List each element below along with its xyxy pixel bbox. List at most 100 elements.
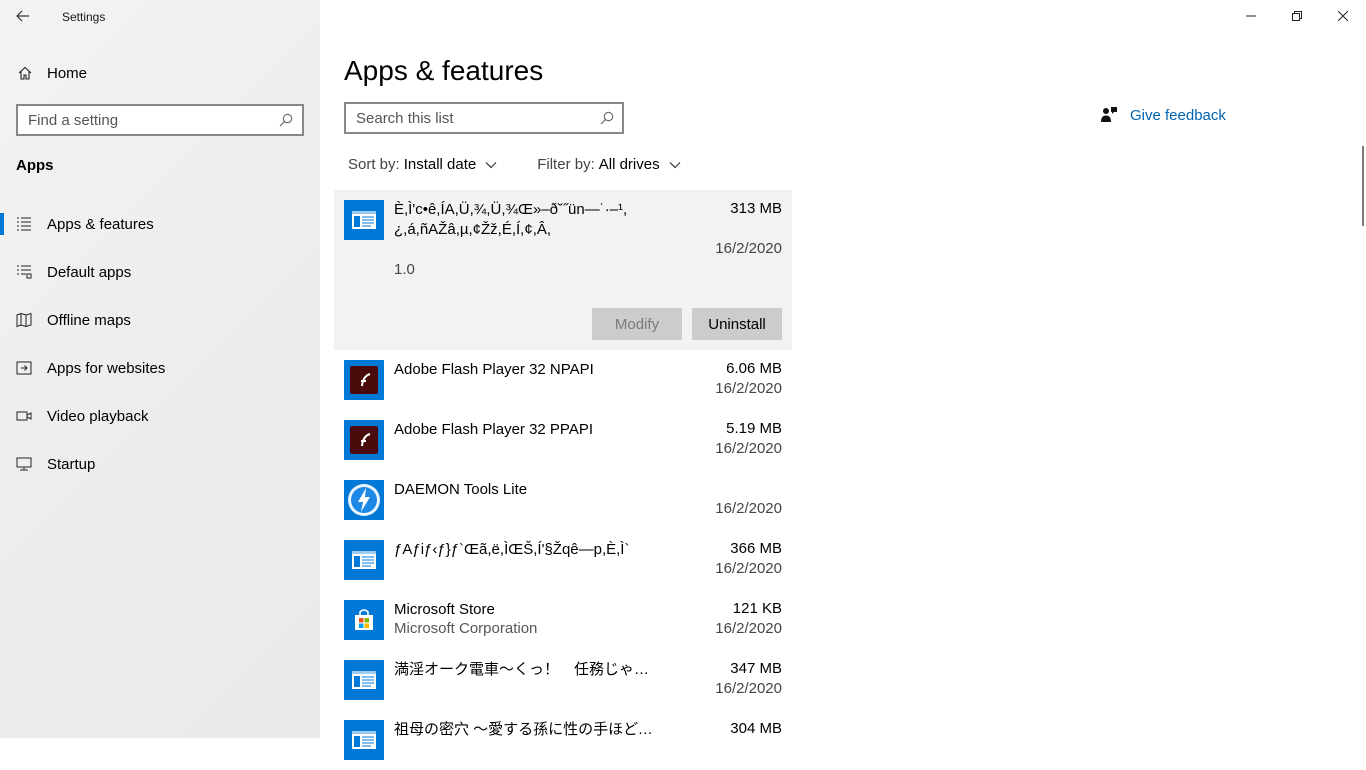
app-list-item[interactable]: ƒAƒiƒ‹ƒ}ƒ`Œã,ë,ÌŒŠ,Í'§Žqê—p,È,Ì` 366 MB … xyxy=(334,530,792,590)
home-icon xyxy=(18,66,32,80)
sidebar-item-apps-features[interactable]: Apps & features xyxy=(0,200,320,248)
app-name: 祖母の密穴 〜愛する孫に性の手ほどきを〜 xyxy=(394,721,664,738)
chevron-down-icon xyxy=(669,161,681,168)
app-date: 16/2/2020 xyxy=(715,680,782,697)
restore-icon xyxy=(1292,11,1302,21)
filter-dropdown[interactable]: Filter by: All drives xyxy=(537,156,681,173)
flash-player-icon xyxy=(350,366,378,394)
chevron-down-icon xyxy=(485,161,497,168)
search-icon xyxy=(600,111,614,125)
sidebar: Settings Home Apps Apps & features Defau… xyxy=(0,0,320,738)
flash-player-icon xyxy=(350,426,378,454)
app-version: 1.0 xyxy=(394,261,415,278)
app-list-item[interactable]: Adobe Flash Player 32 PPAPI 5.19 MB 16/2… xyxy=(334,410,792,470)
apps-features-icon xyxy=(17,217,31,231)
default-apps-icon xyxy=(17,265,32,279)
app-name: ƒAƒiƒ‹ƒ}ƒ`Œã,ë,ÌŒŠ,Í'§Žqê—p,È,Ì` xyxy=(394,541,630,558)
app-list-item[interactable]: Microsoft Store Microsoft Corporation 12… xyxy=(334,590,792,650)
minimize-icon xyxy=(1246,15,1256,17)
main-content: Apps & features Sort by: Install date Fi… xyxy=(320,0,1366,760)
feedback-icon xyxy=(1101,107,1117,122)
back-button[interactable] xyxy=(8,4,38,28)
generic-app-icon xyxy=(352,551,376,569)
sort-value: Install date xyxy=(403,156,477,173)
home-nav-item[interactable]: Home xyxy=(0,56,320,90)
minimize-button[interactable] xyxy=(1228,0,1274,32)
sort-label: Sort by: xyxy=(348,156,400,173)
find-setting-box[interactable] xyxy=(16,104,304,136)
app-list-item-selected[interactable]: È,Ì'c•ê,ÍA,Ü,¾,Ü,¾Œ»–ð˘˝ün—˙·–¹,¿,á,ñAŽâ… xyxy=(334,190,792,350)
window-title: Settings xyxy=(62,10,106,24)
app-date: 16/2/2020 xyxy=(715,380,782,397)
video-playback-icon xyxy=(16,411,32,421)
app-name: DAEMON Tools Lite xyxy=(394,481,528,498)
find-setting-input[interactable] xyxy=(18,106,279,134)
sidebar-item-offline-maps[interactable]: Offline maps xyxy=(0,296,320,344)
app-tile xyxy=(344,540,384,580)
filter-label: Filter by: xyxy=(537,156,595,173)
window-controls xyxy=(1228,0,1366,32)
sort-filter-row: Sort by: Install date Filter by: All dri… xyxy=(348,156,721,173)
app-list-item[interactable]: DAEMON Tools Lite 16/2/2020 xyxy=(334,470,792,530)
app-size: 366 MB xyxy=(730,540,782,557)
home-label: Home xyxy=(47,64,88,82)
app-date: 16/2/2020 xyxy=(715,560,782,577)
sidebar-item-label: Apps & features xyxy=(47,215,154,233)
sidebar-item-video-playback[interactable]: Video playback xyxy=(0,392,320,440)
app-list: È,Ì'c•ê,ÍA,Ü,¾,Ü,¾Œ»–ð˘˝ün—˙·–¹,¿,á,ñAŽâ… xyxy=(334,190,792,770)
app-name: 満淫オーク電車〜くっ！ 任務じゃなければこんな… xyxy=(394,661,664,678)
app-size: 313 MB xyxy=(730,200,782,217)
sidebar-item-label: Default apps xyxy=(47,263,132,281)
sidebar-item-label: Startup xyxy=(47,455,96,473)
app-date: 16/2/2020 xyxy=(715,620,782,637)
back-arrow-icon xyxy=(16,10,29,22)
app-name: Microsoft Store xyxy=(394,601,495,618)
microsoft-store-icon xyxy=(355,609,373,630)
restore-button[interactable] xyxy=(1274,0,1320,32)
uninstall-button[interactable]: Uninstall xyxy=(692,308,782,340)
sidebar-item-label: Video playback xyxy=(47,407,149,425)
app-name: Adobe Flash Player 32 PPAPI xyxy=(394,421,593,438)
daemon-tools-icon xyxy=(348,484,380,516)
modify-button[interactable]: Modify xyxy=(592,308,682,340)
title-bar-left: Settings xyxy=(0,0,320,32)
scrollbar-thumb[interactable] xyxy=(1362,146,1364,226)
offline-maps-icon xyxy=(16,312,32,328)
generic-app-icon xyxy=(352,671,376,689)
generic-app-icon xyxy=(352,211,376,229)
sidebar-item-default-apps[interactable]: Default apps xyxy=(0,248,320,296)
app-date: 16/2/2020 xyxy=(715,440,782,457)
sidebar-item-apps-for-websites[interactable]: Apps for websites xyxy=(0,344,320,392)
app-tile xyxy=(344,720,384,760)
app-list-item[interactable]: Adobe Flash Player 32 NPAPI 6.06 MB 16/2… xyxy=(334,350,792,410)
page-title: Apps & features xyxy=(344,55,544,86)
search-icon xyxy=(279,113,293,127)
section-heading: Apps xyxy=(16,157,54,174)
app-size: 121 KB xyxy=(732,600,782,617)
search-list-box[interactable] xyxy=(344,102,624,134)
feedback-label: Give feedback xyxy=(1130,106,1226,124)
sort-dropdown[interactable]: Sort by: Install date xyxy=(348,156,497,173)
generic-app-icon xyxy=(352,731,376,749)
search-list-input[interactable] xyxy=(346,104,600,132)
give-feedback-link[interactable]: Give feedback xyxy=(1100,106,1226,124)
sidebar-item-startup[interactable]: Startup xyxy=(0,440,320,488)
app-size: 6.06 MB xyxy=(726,360,782,377)
app-name: Adobe Flash Player 32 NPAPI xyxy=(394,361,594,378)
app-size: 304 MB xyxy=(730,720,782,737)
app-tile xyxy=(344,420,384,460)
filter-value: All drives xyxy=(598,156,660,173)
app-date: 16/2/2020 xyxy=(715,240,782,257)
sidebar-item-label: Offline maps xyxy=(47,311,131,329)
app-name: È,Ì'c•ê,ÍA,Ü,¾,Ü,¾Œ»–ð˘˝ün—˙·–¹,¿,á,ñAŽâ… xyxy=(394,201,628,238)
app-tile xyxy=(344,480,384,520)
app-list-item[interactable]: 祖母の密穴 〜愛する孫に性の手ほどきを〜 304 MB xyxy=(334,710,792,770)
startup-icon xyxy=(16,457,32,471)
close-button[interactable] xyxy=(1320,0,1366,32)
sidebar-item-label: Apps for websites xyxy=(47,359,166,377)
sidebar-nav: Apps & features Default apps Offline map… xyxy=(0,200,320,488)
app-tile xyxy=(344,660,384,700)
app-list-item[interactable]: 満淫オーク電車〜くっ！ 任務じゃなければこんな… 347 MB 16/2/202… xyxy=(334,650,792,710)
app-size: 5.19 MB xyxy=(726,420,782,437)
app-size: 347 MB xyxy=(730,660,782,677)
